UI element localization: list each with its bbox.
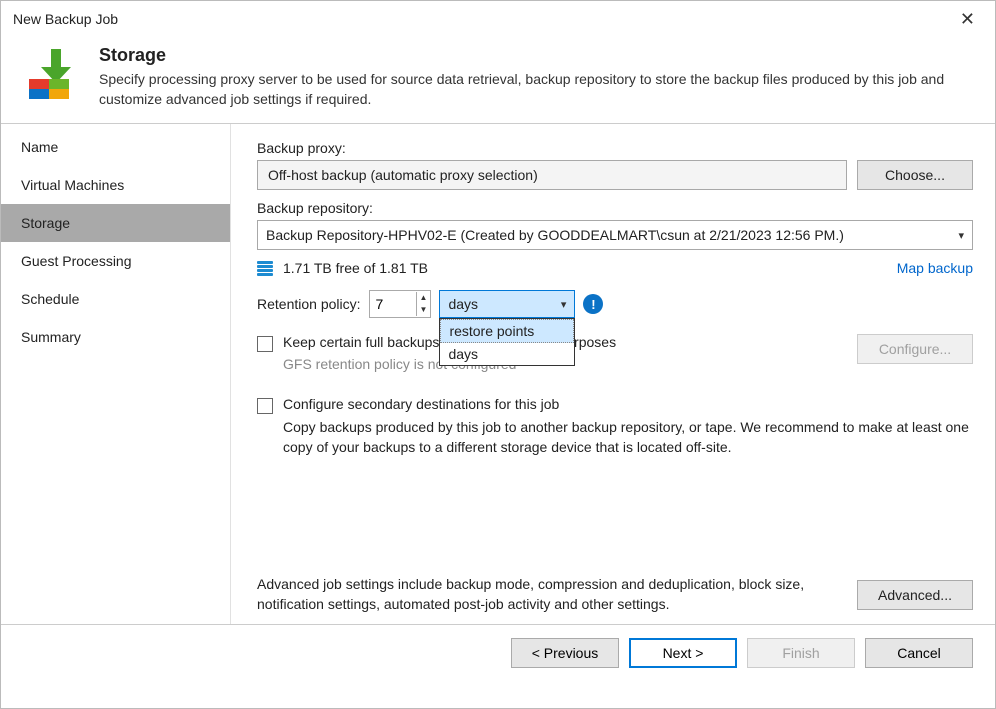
retention-unit: days bbox=[448, 296, 478, 312]
retention-unit-combo[interactable]: days ▾ restore points days bbox=[439, 290, 575, 318]
disk-icon bbox=[257, 261, 273, 276]
sidebar-item-summary[interactable]: Summary bbox=[1, 318, 230, 356]
sidebar-item-guest[interactable]: Guest Processing bbox=[1, 242, 230, 280]
wizard-header: Storage Specify processing proxy server … bbox=[1, 37, 995, 123]
sidebar-item-name[interactable]: Name bbox=[1, 128, 230, 166]
header-description: Specify processing proxy server to be us… bbox=[99, 70, 975, 109]
sidebar-item-storage[interactable]: Storage bbox=[1, 204, 230, 242]
proxy-label: Backup proxy: bbox=[257, 140, 973, 156]
spinner-down-icon[interactable]: ▼ bbox=[417, 304, 431, 316]
close-icon[interactable]: ✕ bbox=[952, 5, 983, 34]
proxy-field[interactable]: Off-host backup (automatic proxy selecti… bbox=[257, 160, 847, 190]
dropdown-option-days[interactable]: days bbox=[440, 343, 574, 365]
repo-value: Backup Repository-HPHV02-E (Created by G… bbox=[266, 227, 844, 243]
info-icon[interactable]: ! bbox=[583, 294, 603, 314]
free-space: 1.71 TB free of 1.81 TB bbox=[283, 260, 887, 276]
wizard-footer: < Previous Next > Finish Cancel bbox=[1, 624, 995, 681]
map-backup-link[interactable]: Map backup bbox=[897, 260, 973, 276]
secondary-label: Configure secondary destinations for thi… bbox=[283, 396, 559, 412]
wizard-sidebar: Name Virtual Machines Storage Guest Proc… bbox=[1, 124, 231, 624]
window-title: New Backup Job bbox=[13, 11, 952, 27]
choose-button[interactable]: Choose... bbox=[857, 160, 973, 190]
retention-value[interactable] bbox=[370, 296, 416, 312]
next-button[interactable]: Next > bbox=[629, 638, 737, 668]
finish-button: Finish bbox=[747, 638, 855, 668]
repo-combo[interactable]: Backup Repository-HPHV02-E (Created by G… bbox=[257, 220, 973, 250]
header-title: Storage bbox=[99, 45, 975, 66]
retention-spinner[interactable]: ▲ ▼ bbox=[369, 290, 432, 318]
retention-unit-dropdown: restore points days bbox=[439, 318, 575, 366]
retention-label: Retention policy: bbox=[257, 296, 361, 312]
chevron-down-icon: ▾ bbox=[958, 229, 964, 242]
advanced-text: Advanced job settings include backup mod… bbox=[257, 575, 843, 614]
sidebar-item-schedule[interactable]: Schedule bbox=[1, 280, 230, 318]
chevron-down-icon: ▾ bbox=[561, 298, 567, 311]
storage-icon bbox=[21, 45, 81, 105]
cancel-button[interactable]: Cancel bbox=[865, 638, 973, 668]
main-panel: Backup proxy: Off-host backup (automatic… bbox=[231, 124, 995, 624]
dropdown-option-restore-points[interactable]: restore points bbox=[440, 319, 574, 343]
repo-label: Backup repository: bbox=[257, 200, 973, 216]
secondary-checkbox[interactable] bbox=[257, 398, 273, 414]
spinner-up-icon[interactable]: ▲ bbox=[417, 292, 431, 304]
configure-button: Configure... bbox=[857, 334, 973, 364]
gfs-checkbox[interactable] bbox=[257, 336, 273, 352]
previous-button[interactable]: < Previous bbox=[511, 638, 619, 668]
titlebar: New Backup Job ✕ bbox=[1, 1, 995, 37]
sidebar-item-vms[interactable]: Virtual Machines bbox=[1, 166, 230, 204]
advanced-button[interactable]: Advanced... bbox=[857, 580, 973, 610]
secondary-desc: Copy backups produced by this job to ano… bbox=[283, 418, 973, 457]
